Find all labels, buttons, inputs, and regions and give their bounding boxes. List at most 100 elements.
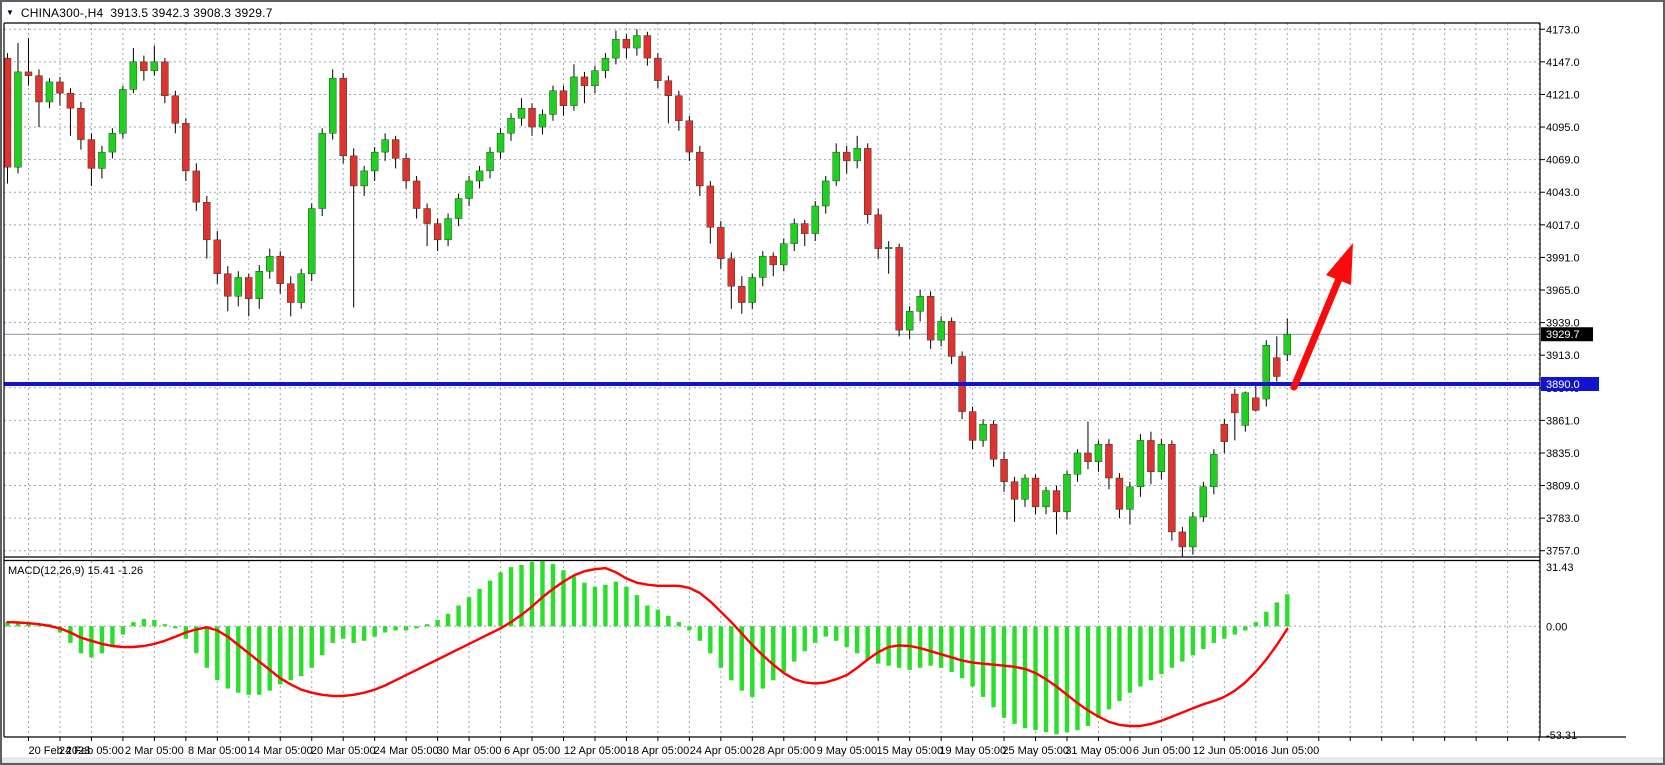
candle-down [581,77,588,86]
candle-down [140,62,147,71]
macd-bar [1212,626,1216,643]
macd-bar [320,626,324,655]
macd-bar [1159,626,1163,674]
candle-down [843,152,850,161]
candle-down [25,72,32,76]
candle-down [990,424,997,459]
candle-up [885,247,892,248]
macd-bar [362,626,366,641]
macd-bar [635,595,639,626]
macd-bar [1002,626,1006,717]
macd-bar [782,626,786,672]
candle-down [675,96,682,121]
candle-up [822,181,829,206]
candle-up [980,424,987,440]
price-tick-label: 4121.0 [1546,89,1580,101]
macd-bar [289,626,293,680]
macd-bar [792,626,796,661]
macd-bar [509,567,513,626]
date-tick-label: 2 Mar 05:00 [125,745,184,757]
candle-down [696,152,703,186]
macd-bar [1201,626,1205,649]
macd-bar [960,626,964,678]
candle-down [403,158,410,181]
macd-bar [79,626,83,653]
candle-up [308,209,315,274]
svg-text:3890.0: 3890.0 [1546,379,1580,391]
candle-up [833,152,840,181]
macd-bar [456,606,460,627]
date-tick-label: 24 Feb 05:00 [59,745,124,757]
macd-axis[interactable]: 31.430.00-53.31 [1546,562,1577,742]
macd-bar [1149,626,1153,680]
candle-down [193,171,200,202]
macd-bar [1075,626,1079,730]
candle-down [35,76,42,102]
price-tick-label: 3757.0 [1546,546,1580,558]
candle-down [896,247,903,330]
macd-bar [1107,626,1111,709]
macd-bar [1191,626,1195,655]
macd-bar [928,626,932,665]
candle-up [549,91,556,115]
macd-bar [855,626,859,653]
candle-down [1105,444,1112,478]
price-tick-label: 3835.0 [1546,448,1580,460]
candle-up [119,89,126,133]
macd-bar [1285,594,1289,626]
candle-down [1168,444,1175,532]
macd-bar [991,626,995,707]
date-tick-label: 24 Apr 05:00 [690,745,752,757]
price-tick-label: 4043.0 [1546,187,1580,199]
candle-up [812,206,819,234]
date-tick-label: 6 Apr 05:00 [504,745,560,757]
macd-bar [582,583,586,627]
macd-bar [100,626,104,653]
date-tick-label: 19 May 05:00 [939,745,1006,757]
macd-bar [498,572,502,626]
up-arrow-annotation[interactable] [1294,243,1353,387]
candle-up [109,133,116,152]
candle-down [1032,478,1039,507]
macd-bar [939,626,943,668]
macd-bar [907,626,911,670]
candle-down [1053,491,1060,512]
time-axis[interactable]: 20 Feb 202324 Feb 05:002 Mar 05:008 Mar … [29,737,1540,757]
macd-bar [645,606,649,627]
macd-bar [824,626,828,636]
macd-bar [205,626,209,668]
macd-bar [834,626,838,641]
candle-down [203,202,210,240]
svg-text:3929.7: 3929.7 [1546,329,1580,341]
candle-up [497,133,504,152]
hline-price-badge: 3890.0 [1541,377,1599,391]
candle-up [1158,444,1165,472]
macd-bar [247,626,251,695]
candle-up [329,78,336,133]
price-axis[interactable]: 4173.04147.04121.04095.04069.04043.04017… [1540,24,1580,557]
candle-up [759,256,766,277]
current-price-badge: 3929.7 [1541,327,1593,341]
symbol-dropdown-icon[interactable]: ▼ [6,9,14,17]
candle-up [749,277,756,302]
candle-down [1221,424,1228,442]
candle-down [969,412,976,441]
candle-down [560,91,567,106]
candles-layer [4,29,1291,557]
macd-bar [310,626,314,668]
candle-down [1084,453,1091,462]
candle-down [77,108,84,139]
macd-bar [299,626,303,676]
chart-title-bar: ▼ CHINA300-,H4 3913.5 3942.3 3908.3 3929… [6,3,1661,22]
candle-up [1126,487,1133,510]
macd-bar [614,582,618,627]
macd-bar [173,626,177,628]
macd-bar [215,626,219,680]
candle-down [927,296,934,340]
candle-down [350,156,357,186]
macd-bar [687,626,691,630]
candle-up [1242,393,1249,426]
candle-down [434,224,441,240]
price-tick-label: 3913.0 [1546,350,1580,362]
candle-up [1189,517,1196,547]
